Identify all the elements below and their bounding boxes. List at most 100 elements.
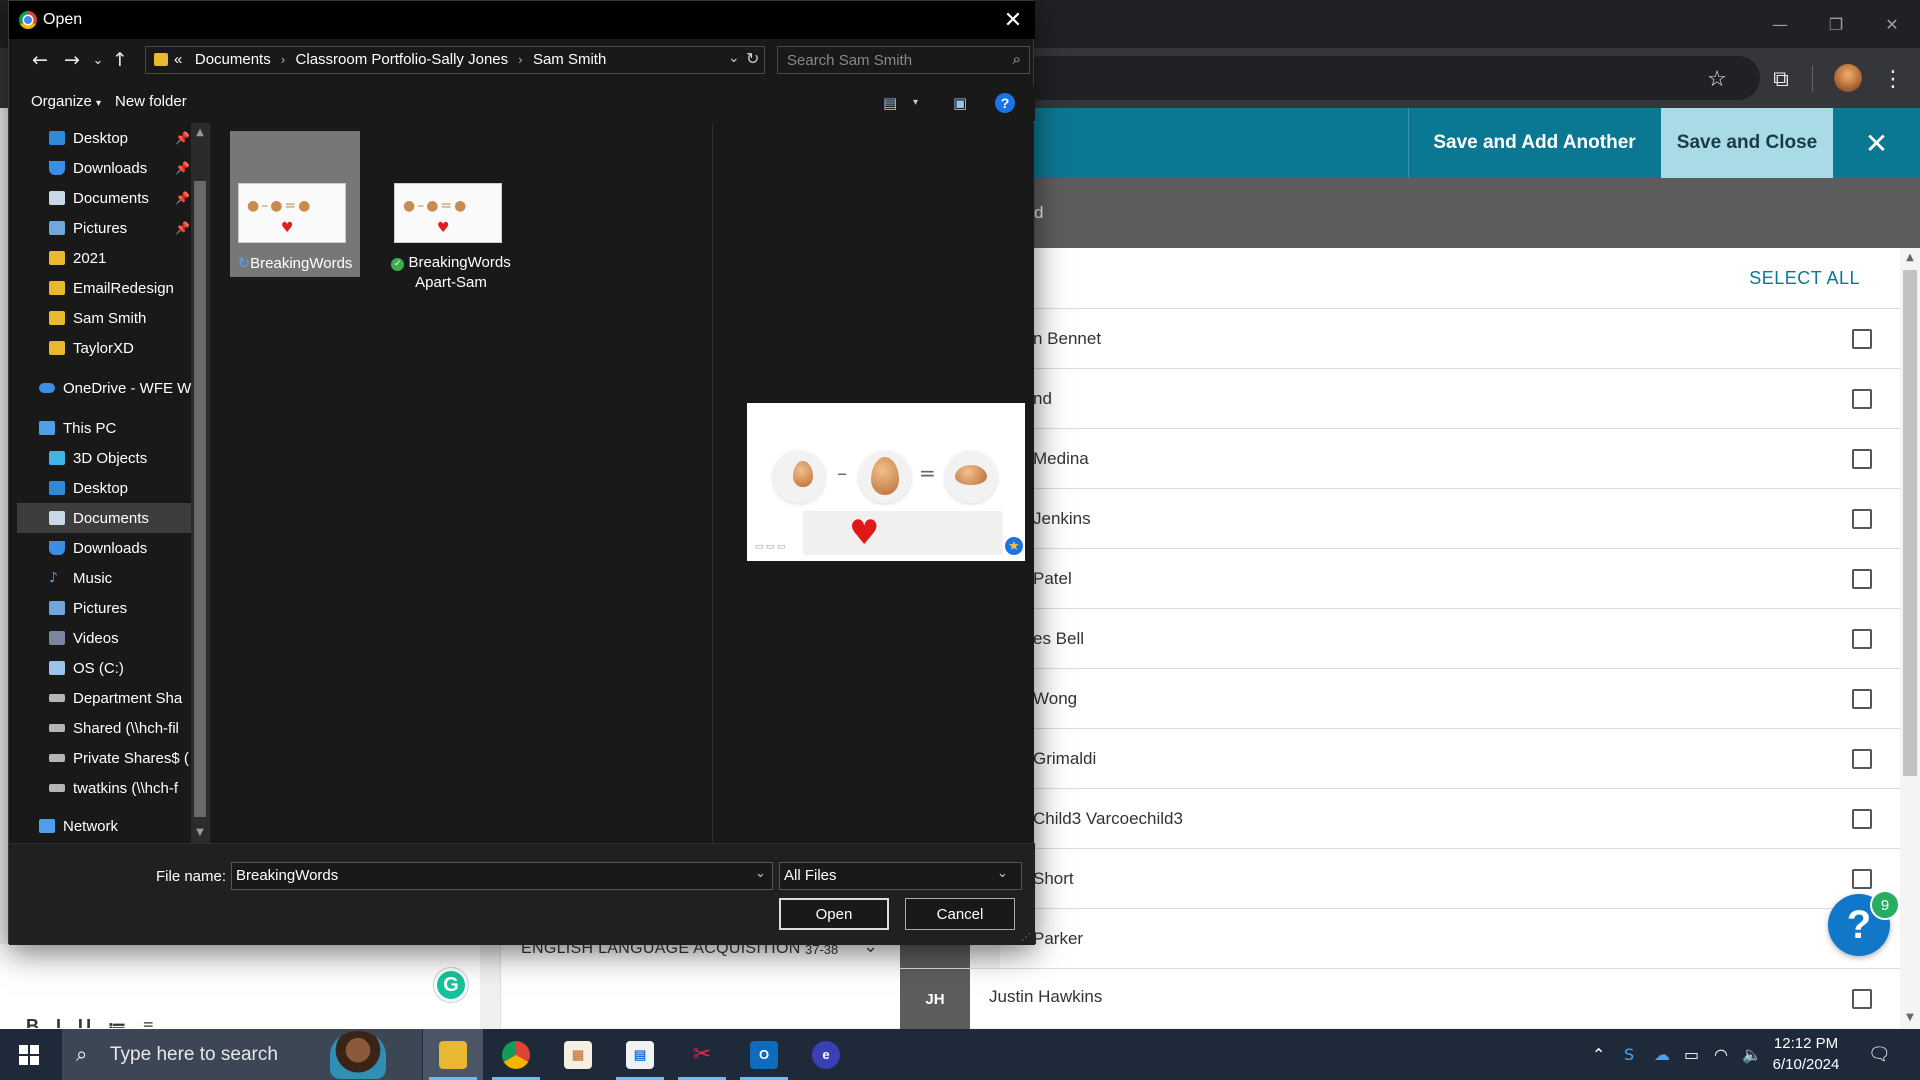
pinned-app-1[interactable]: ▦ — [548, 1029, 608, 1080]
resize-grip-icon[interactable]: ⋰ — [1021, 932, 1031, 943]
student-checkbox[interactable] — [1852, 628, 1872, 649]
nav-item-os-c[interactable]: OS (C:) — [17, 653, 191, 683]
pin-icon[interactable]: 📌 — [175, 191, 190, 205]
student-checkbox[interactable] — [1852, 868, 1872, 889]
back-arrow-icon[interactable]: ← — [27, 47, 53, 73]
student-checkbox[interactable] — [1852, 808, 1872, 829]
student-row[interactable]: Child3 Varcoechild3 — [1000, 788, 1900, 848]
nav-item-pictures-pc[interactable]: Pictures — [17, 593, 191, 623]
student-row[interactable]: Grimaldi — [1000, 728, 1900, 788]
pinned-app-3[interactable]: e — [796, 1029, 856, 1080]
snipping-tool-app[interactable]: ✂ — [672, 1029, 732, 1080]
battery-icon[interactable]: ▭ — [1684, 1029, 1699, 1080]
preview-pane-icon[interactable]: ▣ — [953, 94, 967, 112]
nav-item-network[interactable]: Network — [17, 811, 191, 841]
pin-icon[interactable]: 📌 — [175, 161, 190, 175]
address-bar[interactable] — [1020, 56, 1760, 100]
save-and-close-button[interactable]: Save and Close — [1661, 108, 1833, 178]
student-checkbox[interactable] — [1852, 989, 1872, 1009]
breadcrumb-overflow[interactable]: « — [174, 51, 182, 68]
bookmark-star-icon[interactable]: ☆ — [1700, 62, 1734, 96]
breadcrumb-item[interactable]: Sam Smith — [533, 51, 606, 68]
nav-item-2021[interactable]: 2021 — [17, 243, 191, 273]
student-row[interactable]: nd — [1000, 368, 1900, 428]
chevron-down-icon[interactable]: ⌄ — [728, 50, 740, 66]
pin-icon[interactable]: 📌 — [175, 221, 190, 235]
nav-item-this-pc[interactable]: This PC — [17, 413, 191, 443]
grammarly-icon[interactable]: G — [434, 968, 468, 1002]
student-checkbox[interactable] — [1852, 388, 1872, 409]
organize-button[interactable]: Organize ▾ — [31, 93, 101, 110]
profile-avatar[interactable] — [1834, 64, 1862, 92]
student-row[interactable]: Parker — [1000, 908, 1900, 968]
extensions-icon[interactable]: ⧉ — [1764, 62, 1798, 96]
student-row[interactable]: Patel — [1000, 548, 1900, 608]
student-checkbox[interactable] — [1852, 688, 1872, 709]
new-folder-button[interactable]: New folder — [115, 93, 187, 110]
restore-icon[interactable]: ❐ — [1808, 0, 1864, 48]
student-checkbox[interactable] — [1852, 568, 1872, 589]
student-row[interactable]: Short — [1000, 848, 1900, 908]
nav-item-music[interactable]: ♪ Music — [17, 563, 191, 593]
list-scroll-thumb[interactable] — [1903, 270, 1917, 776]
nav-scroll-thumb[interactable] — [194, 181, 206, 817]
address-bar[interactable]: « Documents › Classroom Portfolio-Sally Jo… — [145, 46, 765, 74]
nav-item-pictures[interactable]: Pictures 📌 — [17, 213, 191, 243]
outlook-app[interactable]: O — [734, 1029, 794, 1080]
chevron-down-icon[interactable]: ▾ — [913, 97, 918, 108]
student-row[interactable]: Medina — [1000, 428, 1900, 488]
nav-item-documents[interactable]: Documents 📌 — [17, 183, 191, 213]
scroll-down-icon[interactable]: ▼ — [193, 827, 207, 838]
student-row[interactable]: Wong — [1000, 668, 1900, 728]
forward-arrow-icon[interactable]: → — [59, 47, 85, 73]
scroll-up-icon[interactable]: ▲ — [193, 127, 207, 138]
search-highlight-image[interactable] — [330, 1031, 386, 1079]
search-input[interactable]: Search Sam Smith ⌕ — [777, 46, 1030, 74]
select-all-link[interactable]: SELECT ALL — [1749, 268, 1860, 289]
file-name-field[interactable]: BreakingWords — [231, 862, 773, 890]
student-row[interactable]: JH Justin Hawkins — [900, 968, 1900, 1029]
chevron-down-icon[interactable]: ⌄ — [997, 866, 1008, 881]
start-button[interactable] — [0, 1029, 58, 1080]
wifi-icon[interactable]: ◠ — [1714, 1029, 1728, 1080]
minimize-icon[interactable]: — — [1752, 0, 1808, 48]
editor-scrollbar[interactable] — [480, 944, 500, 1029]
student-row[interactable]: n Bennet — [1000, 308, 1900, 368]
pin-icon[interactable]: 📌 — [175, 131, 190, 145]
nav-item-videos[interactable]: Videos — [17, 623, 191, 653]
nav-item-downloads[interactable]: Downloads 📌 — [17, 153, 191, 183]
editor-toolbar[interactable]: B I U ≔ ≡ — [26, 1016, 160, 1028]
nav-item-taylorxd[interactable]: TaylorXD — [17, 333, 191, 363]
breadcrumb-item[interactable]: Documents — [195, 51, 271, 68]
help-icon[interactable]: ? — [995, 93, 1015, 113]
nav-item-3d-objects[interactable]: 3D Objects — [17, 443, 191, 473]
onedrive-icon[interactable]: ☁ — [1654, 1029, 1670, 1080]
notification-center-icon[interactable]: 🗨 — [1868, 1029, 1891, 1080]
pinned-app-2[interactable]: ▤ — [610, 1029, 670, 1080]
nav-item-sam-smith[interactable]: Sam Smith — [17, 303, 191, 333]
close-icon[interactable]: ✕ — [991, 1, 1035, 39]
file-item[interactable]: ●–●=● ♥ ✓ BreakingWords Apart-Sam — [386, 131, 516, 291]
menu-kebab-icon[interactable]: ⋮ — [1876, 62, 1910, 96]
nav-item-desktop[interactable]: Desktop 📌 — [17, 123, 191, 153]
student-row[interactable]: es Bell — [1000, 608, 1900, 668]
nav-item-twatkins[interactable]: twatkins (\\hch-f — [17, 773, 191, 803]
refresh-icon[interactable]: ↻ — [746, 49, 759, 68]
breadcrumb-item[interactable]: Classroom Portfolio-Sally Jones — [296, 51, 509, 68]
chrome-app[interactable] — [486, 1029, 546, 1080]
nav-item-department-share[interactable]: Department Sha — [17, 683, 191, 713]
file-type-select[interactable]: All Files — [779, 862, 1022, 890]
view-options-icon[interactable]: ▤ — [883, 94, 897, 112]
nav-item-documents-pc[interactable]: Documents — [17, 503, 191, 533]
file-explorer-app[interactable] — [423, 1029, 483, 1080]
close-icon[interactable]: ✕ — [1864, 0, 1920, 48]
nav-item-desktop-pc[interactable]: Desktop — [17, 473, 191, 503]
chevron-down-icon[interactable]: ⌄ — [755, 866, 766, 881]
nav-item-emailredesign[interactable]: EmailRedesign — [17, 273, 191, 303]
nav-item-shared[interactable]: Shared (\\hch-fil — [17, 713, 191, 743]
student-checkbox[interactable] — [1852, 748, 1872, 769]
save-and-add-another-button[interactable]: Save and Add Another — [1408, 108, 1660, 178]
file-item[interactable]: ●–●=● ♥ ↻BreakingWords — [230, 131, 360, 277]
system-clock[interactable]: 12:12 PM 6/10/2024 — [1756, 1033, 1856, 1075]
up-arrow-icon[interactable]: ↑ — [107, 47, 133, 73]
